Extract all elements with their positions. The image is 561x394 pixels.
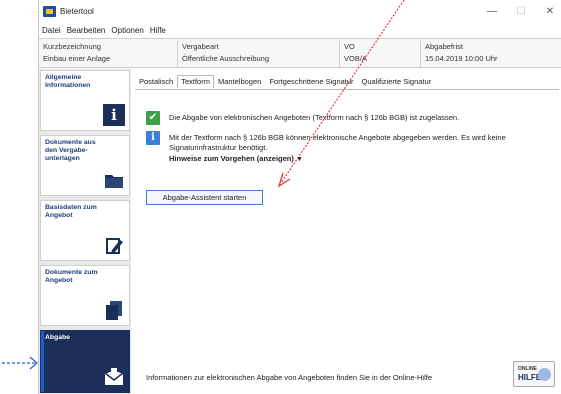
help-gear-icon (538, 368, 551, 381)
tab-qualifizierte-signatur[interactable]: Qualifizierte Signatur (358, 75, 436, 89)
info-value: Einbau einer Anlage (43, 54, 111, 63)
minimize-button[interactable]: — (481, 4, 503, 19)
tab-fortgeschrittene-signatur[interactable]: Fortgeschrittene Signatur (265, 75, 357, 89)
info-icon: i (146, 131, 160, 145)
close-button[interactable]: ✕ (539, 4, 561, 19)
textform-panel: ✔ Die Abgabe von elektronischen Angebote… (135, 89, 559, 391)
documents-icon (106, 301, 122, 320)
envelope-submit-icon (104, 368, 124, 385)
menu-datei[interactable]: Datei (42, 24, 61, 37)
info-label: Kurzbezeichnung (43, 42, 101, 51)
tab-strip: Postalisch Textform Mantelbogen Fortgesc… (135, 75, 435, 89)
app-logo-icon (43, 6, 56, 17)
window-title: Bietertool (60, 7, 94, 16)
sidebar-item-label: Dokumente zum Angebot (45, 269, 98, 284)
hint-toggle-link[interactable]: Hinweise zum Vorgehen (anzeigen) ▼ (169, 154, 303, 165)
sidebar-item-basisdaten[interactable]: Basisdaten zum Angebot (40, 200, 130, 261)
info-vo: VO VOB/A (339, 41, 420, 67)
allowed-message: Die Abgabe von elektronischen Angeboten … (169, 113, 460, 122)
menu-bearbeiten[interactable]: Bearbeiten (67, 24, 106, 37)
online-help-button[interactable]: ONLINE HILFE (513, 361, 555, 387)
sidebar-pointer-arrow-head (29, 356, 38, 370)
online-help-small-label: ONLINE (518, 366, 537, 372)
sidebar-item-label: Allgemeine Informationen (45, 74, 91, 89)
tab-postalisch[interactable]: Postalisch (135, 75, 177, 89)
sidebar-item-dokumente-vergabeunterlagen[interactable]: Dokumente aus den Vergabe-unterlagen (40, 135, 130, 196)
checkmark-icon: ✔ (146, 111, 160, 125)
title-bar: Bietertool — ☐ ✕ (39, 0, 561, 24)
info-value: VOB/A (344, 54, 367, 63)
info-abgabefrist: Abgabefrist 15.04.2019 10:00 Uhr (420, 41, 561, 67)
info-label: VO (344, 42, 355, 51)
caret-down-icon: ▼ (295, 156, 303, 163)
edit-document-icon (106, 238, 123, 254)
info-message: Mit der Textform nach § 126b BGB können … (169, 133, 506, 152)
info-label: Abgabefrist (425, 42, 463, 51)
start-assistant-button[interactable]: Abgabe-Assistent starten (146, 190, 263, 205)
info-icon: i (103, 104, 125, 126)
tender-info-bar: Kurzbezeichnung Einbau einer Anlage Verg… (39, 38, 561, 68)
info-message-block: Mit der Textform nach § 126b BGB können … (169, 133, 549, 165)
sidebar-item-label: Dokumente aus den Vergabe-unterlagen (45, 139, 96, 162)
menu-bar: Datei Bearbeiten Optionen Hilfe (39, 24, 561, 37)
info-kurzbezeichnung: Kurzbezeichnung Einbau einer Anlage (39, 41, 177, 67)
maximize-button[interactable]: ☐ (510, 4, 532, 19)
info-status-row: i Mit der Textform nach § 126b BGB könne… (146, 131, 546, 171)
sidebar-item-abgabe[interactable]: Abgabe (40, 330, 130, 393)
sidebar-item-dokumente-angebot[interactable]: Dokumente zum Angebot (40, 265, 130, 326)
allowed-status-row: ✔ Die Abgabe von elektronischen Angebote… (146, 111, 546, 126)
sidebar-item-allgemeine-informationen[interactable]: Allgemeine Informationen i (40, 70, 130, 131)
info-value: 15.04.2019 10:00 Uhr (425, 54, 498, 63)
sidebar-nav: Allgemeine Informationen i Dokumente aus… (39, 69, 131, 394)
info-value: Öffentliche Ausschreibung (182, 54, 270, 63)
info-vergabeart: Vergabeart Öffentliche Ausschreibung (177, 41, 339, 67)
online-help-hint: Informationen zur elektronischen Abgabe … (146, 373, 433, 382)
info-label: Vergabeart (182, 42, 219, 51)
main-content: Postalisch Textform Mantelbogen Fortgesc… (135, 69, 559, 394)
hint-toggle-label: Hinweise zum Vorgehen (anzeigen) (169, 154, 294, 163)
sidebar-item-label: Basisdaten zum Angebot (45, 204, 97, 219)
bietertool-window: Bietertool — ☐ ✕ Datei Bearbeiten Option… (38, 0, 561, 394)
tab-mantelbogen[interactable]: Mantelbogen (214, 75, 265, 89)
menu-optionen[interactable]: Optionen (111, 24, 143, 37)
menu-hilfe[interactable]: Hilfe (150, 24, 166, 37)
folder-icon (105, 175, 123, 188)
sidebar-item-label: Abgabe (45, 334, 70, 341)
tab-textform[interactable]: Textform (177, 75, 214, 89)
